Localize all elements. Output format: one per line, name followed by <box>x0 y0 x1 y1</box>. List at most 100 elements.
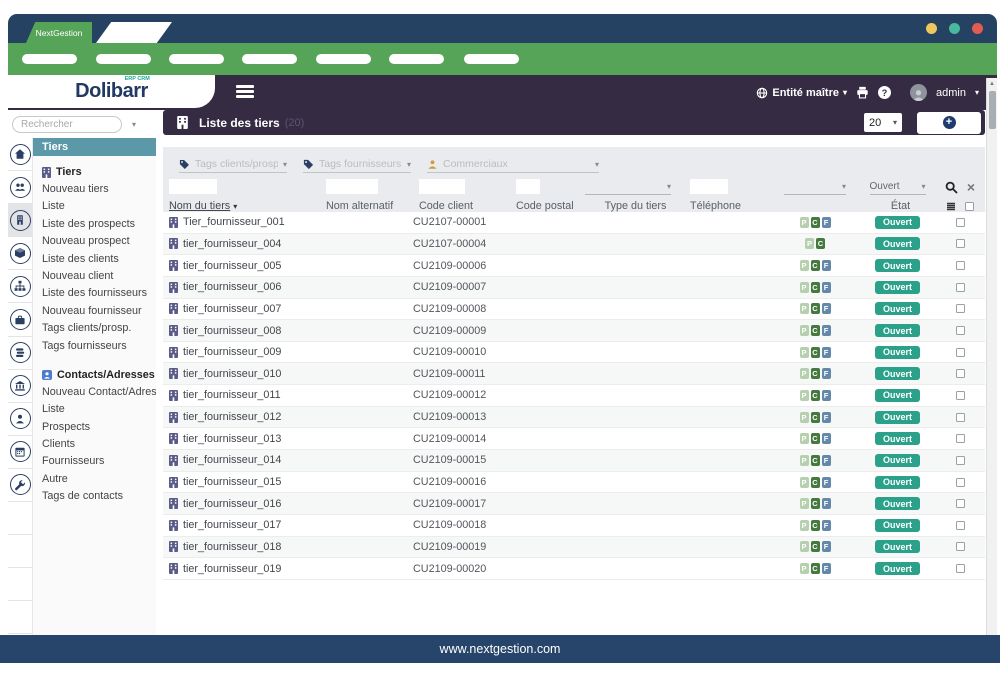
row-checkbox[interactable] <box>956 434 965 443</box>
search-icon[interactable] <box>945 181 958 194</box>
tags-fournisseurs-filter[interactable]: Tags fournisseurs ▾ <box>303 158 411 173</box>
scrollbar-thumb[interactable] <box>989 91 996 129</box>
printer-icon[interactable] <box>856 86 869 99</box>
row-checkbox[interactable] <box>956 521 965 530</box>
sidebar-menu-item[interactable]: Liste <box>33 198 156 215</box>
sidebar-item-thirdparties[interactable] <box>8 204 32 237</box>
thirdparty-name-link[interactable]: tier_fournisseur_014 <box>183 454 281 466</box>
add-thirdparty-button[interactable]: + <box>917 112 981 134</box>
maximize-light[interactable] <box>949 23 960 34</box>
sidebar-menu-item[interactable]: Tags de contacts <box>33 488 156 505</box>
search-scope-dropdown[interactable]: ▾ <box>132 120 136 129</box>
sidebar-item-projects[interactable] <box>8 270 32 303</box>
thirdparty-name-link[interactable]: tier_fournisseur_006 <box>183 281 281 293</box>
filter-extra[interactable]: ▾ <box>784 180 846 195</box>
row-checkbox[interactable] <box>956 369 965 378</box>
filter-telephone[interactable] <box>690 179 728 194</box>
sidebar-item-products[interactable] <box>8 237 32 270</box>
row-checkbox[interactable] <box>956 391 965 400</box>
sidebar-item-agenda[interactable] <box>8 436 32 469</box>
sidebar-menu-item[interactable]: Liste des fournisseurs <box>33 285 156 302</box>
table-row[interactable]: tier_fournisseur_004 CU2107-00004 PC Ouv… <box>163 234 985 256</box>
row-checkbox[interactable] <box>956 348 965 357</box>
thirdparty-name-link[interactable]: tier_fournisseur_018 <box>183 541 281 553</box>
sidebar-item-home[interactable] <box>8 138 32 171</box>
thirdparty-name-link[interactable]: tier_fournisseur_011 <box>183 389 281 401</box>
sidebar-menu-item[interactable]: Liste des prospects <box>33 216 156 233</box>
column-header-nom-alternatif[interactable]: Nom alternatif <box>320 200 413 212</box>
entity-selector[interactable]: Entité maître ▾ <box>756 87 847 99</box>
search-input[interactable] <box>12 116 122 133</box>
menu-section-contacts[interactable]: Contacts/Adresses <box>33 366 156 384</box>
thirdparty-name-link[interactable]: tier_fournisseur_015 <box>183 476 281 488</box>
table-row[interactable]: tier_fournisseur_008 CU2109-00009 PCF Ou… <box>163 320 985 342</box>
row-checkbox[interactable] <box>956 304 965 313</box>
row-checkbox[interactable] <box>956 456 965 465</box>
sidebar-menu-item[interactable]: Liste <box>33 401 156 418</box>
table-row[interactable]: tier_fournisseur_007 CU2109-00008 PCF Ou… <box>163 299 985 321</box>
table-row[interactable]: tier_fournisseur_015 CU2109-00016 PCF Ou… <box>163 472 985 494</box>
thirdparty-name-link[interactable]: tier_fournisseur_010 <box>183 368 281 380</box>
select-all-checkbox[interactable] <box>965 202 974 211</box>
table-row[interactable]: tier_fournisseur_019 CU2109-00020 PCF Ou… <box>163 558 985 580</box>
table-row[interactable]: tier_fournisseur_017 CU2109-00018 PCF Ou… <box>163 515 985 537</box>
row-checkbox[interactable] <box>956 499 965 508</box>
row-checkbox[interactable] <box>956 283 965 292</box>
table-row[interactable]: tier_fournisseur_016 CU2109-00017 PCF Ou… <box>163 493 985 515</box>
row-checkbox[interactable] <box>956 326 965 335</box>
sidebar-item-members[interactable] <box>8 403 32 436</box>
sidebar-menu-item[interactable]: Clients <box>33 436 156 453</box>
column-selector-icon[interactable]: ≣ <box>946 199 956 213</box>
sidebar-item-users[interactable] <box>8 171 32 204</box>
menu-section-tiers[interactable]: Tiers <box>33 163 156 181</box>
user-label[interactable]: admin <box>936 87 966 99</box>
sidebar-item-bank[interactable] <box>8 370 32 403</box>
sidebar-menu-item[interactable]: Autre <box>33 471 156 488</box>
sidebar-menu-item[interactable]: Nouveau prospect <box>33 233 156 250</box>
row-checkbox[interactable] <box>956 218 965 227</box>
thirdparty-name-link[interactable]: tier_fournisseur_012 <box>183 411 281 423</box>
table-row[interactable]: tier_fournisseur_011 CU2109-00012 PCF Ou… <box>163 385 985 407</box>
sidebar-menu-item[interactable]: Fournisseurs <box>33 453 156 470</box>
hamburger-menu-icon[interactable] <box>236 85 254 101</box>
filter-nom-alternatif[interactable] <box>326 179 378 194</box>
sidebar-menu-item[interactable]: Nouveau fournisseur <box>33 303 156 320</box>
sidebar-item-commerce[interactable] <box>8 303 32 336</box>
sidebar-menu-item[interactable]: Nouveau tiers <box>33 181 156 198</box>
thirdparty-name-link[interactable]: tier_fournisseur_005 <box>183 260 281 272</box>
sidebar-menu-item[interactable]: Nouveau Contact/Adresse <box>33 384 156 401</box>
sidebar-menu-item[interactable]: Tags fournisseurs <box>33 338 156 355</box>
thirdparty-name-link[interactable]: tier_fournisseur_004 <box>183 238 281 250</box>
row-checkbox[interactable] <box>956 261 965 270</box>
minimize-light[interactable] <box>926 23 937 34</box>
sidebar-menu-item[interactable]: Nouveau client <box>33 268 156 285</box>
brand-tab[interactable]: NextGestion <box>26 22 92 43</box>
row-checkbox[interactable] <box>956 478 965 487</box>
scroll-up-arrow[interactable]: ▲ <box>987 78 997 90</box>
filter-etat[interactable]: Ouvert▾ <box>870 180 926 195</box>
table-row[interactable]: tier_fournisseur_006 CU2109-00007 PCF Ou… <box>163 277 985 299</box>
thirdparty-name-link[interactable]: tier_fournisseur_019 <box>183 563 281 575</box>
thirdparty-name-link[interactable]: tier_fournisseur_009 <box>183 346 281 358</box>
sidebar-menu-item[interactable]: Liste des clients <box>33 251 156 268</box>
table-row[interactable]: tier_fournisseur_018 CU2109-00019 PCF Ou… <box>163 537 985 559</box>
close-light[interactable] <box>972 23 983 34</box>
sidebar-menu-item[interactable]: Tags clients/prosp. <box>33 320 156 337</box>
sidebar-item-billing[interactable] <box>8 337 32 370</box>
thirdparty-name-link[interactable]: tier_fournisseur_007 <box>183 303 281 315</box>
tags-clients-filter[interactable]: Tags clients/prosp ▾ <box>179 158 287 173</box>
row-checkbox[interactable] <box>956 564 965 573</box>
table-row[interactable]: Tier_fournisseur_001 CU2107-00001 PCF Ou… <box>163 212 985 234</box>
page-size-select[interactable]: 20 ▾ <box>864 113 902 132</box>
thirdparty-name-link[interactable]: tier_fournisseur_016 <box>183 498 281 510</box>
table-row[interactable]: tier_fournisseur_012 CU2109-00013 PCF Ou… <box>163 407 985 429</box>
filter-code-postal[interactable] <box>516 179 540 194</box>
row-checkbox[interactable] <box>956 239 965 248</box>
scrollbar[interactable]: ▲ <box>986 78 997 635</box>
thirdparty-name-link[interactable]: tier_fournisseur_017 <box>183 519 281 531</box>
table-row[interactable]: tier_fournisseur_013 CU2109-00014 PCF Ou… <box>163 428 985 450</box>
help-icon[interactable]: ? <box>878 86 891 99</box>
ghost-tab[interactable] <box>96 22 172 43</box>
column-header-telephone[interactable]: Téléphone <box>680 200 770 212</box>
commerciaux-filter[interactable]: Commerciaux ▾ <box>427 158 599 173</box>
